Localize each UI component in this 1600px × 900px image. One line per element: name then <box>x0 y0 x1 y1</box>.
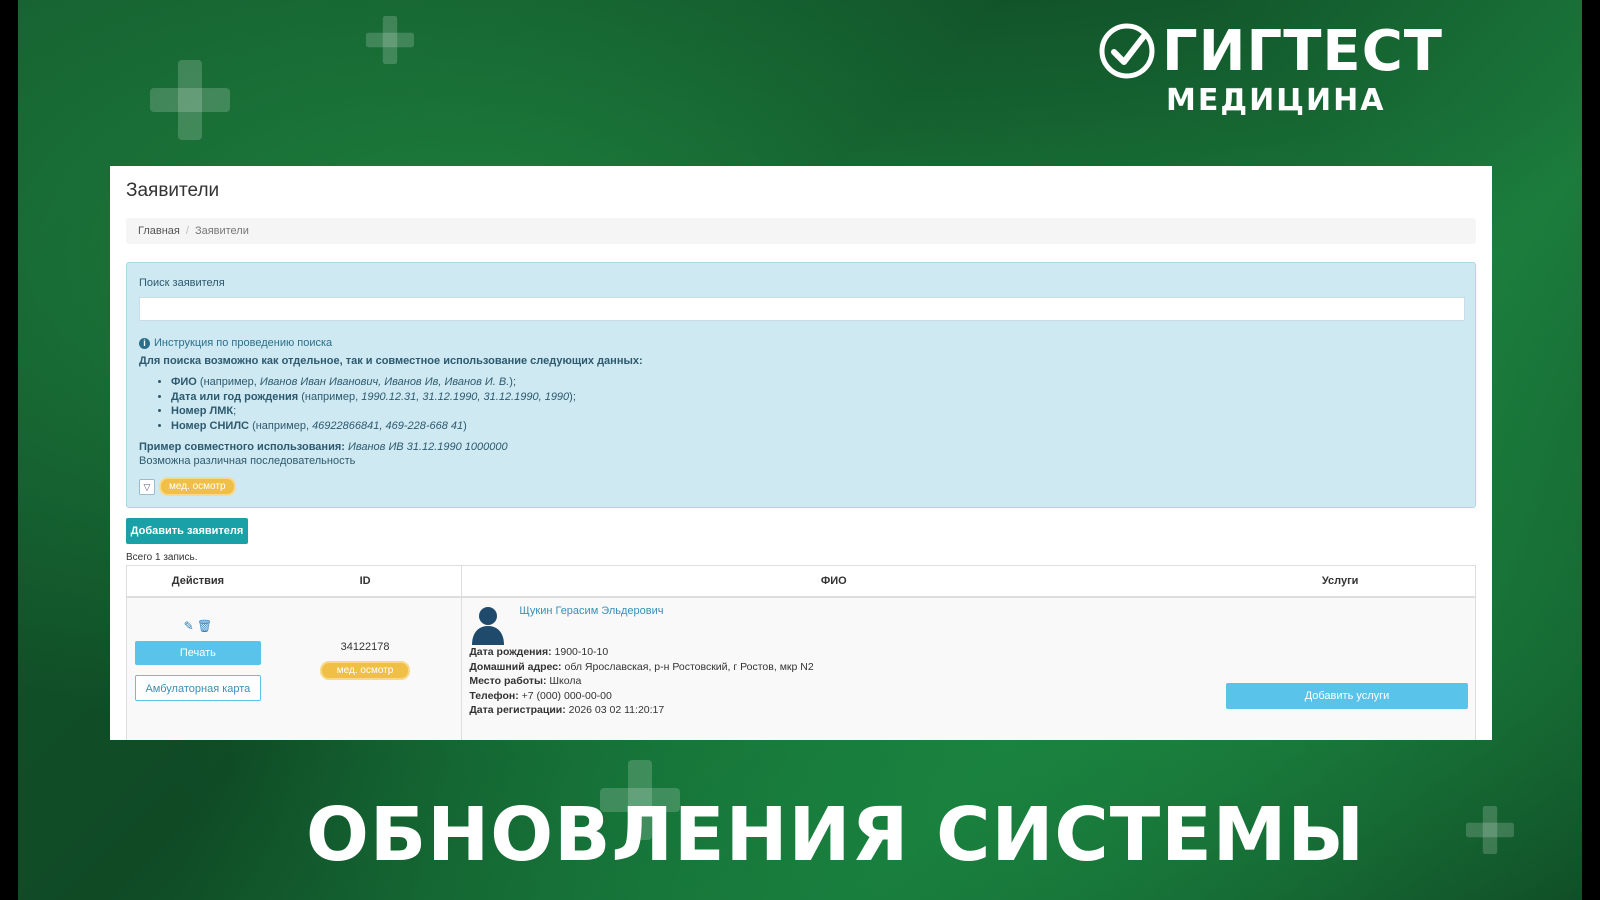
filter-row: ▽ мед. осмотр <box>139 477 236 496</box>
letterbox-right <box>1582 0 1600 900</box>
letterbox-left <box>0 0 18 900</box>
search-input[interactable] <box>139 297 1465 321</box>
brand-title: ГИГТЕСТ <box>1162 19 1443 84</box>
brand-logo: ГИГТЕСТ МЕДИЦИНА <box>1098 20 1488 120</box>
info-icon: i <box>139 338 150 349</box>
column-header: ID <box>268 565 462 598</box>
filter-icon[interactable]: ▽ <box>139 478 155 495</box>
page-title: Заявители <box>126 180 220 201</box>
add-applicant-button[interactable]: Добавить заявителя <box>126 518 248 544</box>
avatar-icon <box>472 607 505 645</box>
column-header: ФИО <box>461 565 1206 598</box>
phone: Телефон: +7 (000) 000-00-00 <box>469 689 612 702</box>
cross-decoration <box>1466 806 1514 854</box>
filter-tag[interactable]: мед. осмотр <box>159 477 236 496</box>
list-item: ФИО (например, Иванов Иван Иванович, Ива… <box>171 375 576 390</box>
instruction-toggle[interactable]: i Инструкция по проведению поиска <box>139 337 332 349</box>
app-window: Заявители Главная / Заявители Поиск заяв… <box>110 166 1492 740</box>
birth-date: Дата рождения: 1900-10-10 <box>469 646 609 658</box>
search-panel: Поиск заявителя i Инструкция по проведени… <box>126 262 1476 508</box>
search-note: Возможна различная последовательность <box>139 455 356 467</box>
actions-cell: ✎ 🗑 Печать Амбулаторная карта <box>126 597 269 740</box>
column-header: Услуги <box>1205 565 1476 598</box>
row-action-icons: ✎ 🗑 <box>128 619 268 633</box>
id-cell: 34122178 мед. осмотр <box>268 597 462 740</box>
column-header: Действия <box>126 565 269 598</box>
search-example: Пример совместного использования: Иванов… <box>139 441 508 453</box>
status-badge: мед. осмотр <box>320 661 411 680</box>
print-button[interactable]: Печать <box>134 641 261 665</box>
search-label: Поиск заявителя <box>139 277 225 289</box>
cross-decoration <box>366 16 414 64</box>
home-address: Домашний адрес: обл Ярославская, р-н Рос… <box>469 660 814 673</box>
check-circle-icon <box>1099 23 1155 79</box>
total-count: Всего 1 запись. <box>126 552 198 563</box>
breadcrumb: Главная / Заявители <box>126 218 1476 244</box>
applicant-name-link[interactable]: Щукин Герасим Эльдерович <box>519 605 1204 645</box>
outpatient-card-button[interactable]: Амбулаторная карта <box>134 675 261 701</box>
list-item: Номер ЛМК; <box>171 404 576 419</box>
instruction-text: Для поиска возможно как отдельное, так и… <box>139 355 643 367</box>
instruction-title: Инструкция по проведению поиска <box>154 337 333 349</box>
breadcrumb-separator: / <box>185 225 189 237</box>
fio-cell: Щукин Герасим Эльдерович Дата рождения: … <box>461 597 1206 740</box>
add-service-button[interactable]: Добавить услуги <box>1226 683 1468 709</box>
cross-decoration <box>150 60 230 140</box>
workplace: Место работы: Школа <box>469 675 582 687</box>
applicants-table: Действия ID ФИО Услуги ✎ 🗑 Печать Амбула… <box>126 565 1476 740</box>
banner-title: ОБНОВЛЕНИЯ СИСТЕМЫ <box>306 792 1366 878</box>
services-cell: Добавить услуги <box>1205 597 1476 740</box>
instruction-list: ФИО (например, Иванов Иван Иванович, Ива… <box>157 375 576 433</box>
list-item: Номер СНИЛС (например, 46922866841, 469-… <box>171 419 576 434</box>
list-item: Дата или год рождения (например, 1990.12… <box>171 390 576 405</box>
trash-icon[interactable]: 🗑 <box>197 619 212 633</box>
table-header-row: Действия ID ФИО Услуги <box>126 565 1476 598</box>
edit-icon[interactable]: ✎ <box>184 619 194 633</box>
breadcrumb-current: Заявители <box>194 225 249 237</box>
table-row: ✎ 🗑 Печать Амбулаторная карта 34122178 м… <box>126 597 1476 740</box>
breadcrumb-home[interactable]: Главная <box>138 225 180 237</box>
registration-date: Дата регистрации: 2026 03 02 11:20:17 <box>469 704 665 716</box>
applicant-id: 34122178 <box>340 641 390 653</box>
brand-subtitle: МЕДИЦИНА <box>1166 83 1386 118</box>
